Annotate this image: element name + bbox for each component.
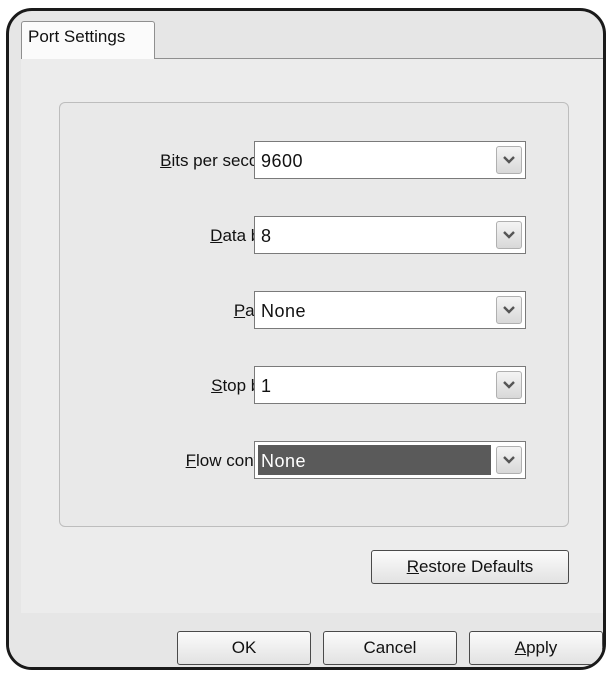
apply-button[interactable]: Apply <box>469 631 603 665</box>
ok-button[interactable]: OK <box>177 631 311 665</box>
stop-bits-value: 1 <box>261 376 272 396</box>
dialog-button-bar: OK Cancel Apply <box>9 613 603 667</box>
flow-control-value: None <box>261 451 307 471</box>
stop-bits-row: Stop bits: 1 <box>60 366 570 410</box>
chevron-down-icon[interactable] <box>496 221 522 249</box>
parity-select[interactable]: None <box>254 291 526 329</box>
data-bits-row: Data bits: 8 <box>60 216 570 260</box>
restore-defaults-button[interactable]: Restore Defaults <box>371 550 569 584</box>
chevron-down-icon[interactable] <box>496 371 522 399</box>
tab-port-settings[interactable]: Port Settings <box>21 21 155 59</box>
bits-per-second-value: 9600 <box>261 151 304 171</box>
flow-control-row: Flow control: None <box>60 441 570 485</box>
chevron-down-icon[interactable] <box>496 446 522 474</box>
parity-row: Parity: None <box>60 291 570 335</box>
data-bits-select[interactable]: 8 <box>254 216 526 254</box>
port-settings-dialog: Port Settings Bits per second: 9600 Data… <box>6 8 606 670</box>
stop-bits-select[interactable]: 1 <box>254 366 526 404</box>
cancel-button[interactable]: Cancel <box>323 631 457 665</box>
chevron-down-icon[interactable] <box>496 296 522 324</box>
data-bits-value: 8 <box>261 226 272 246</box>
flow-control-select[interactable]: None <box>254 441 526 479</box>
chevron-down-icon[interactable] <box>496 146 522 174</box>
settings-group: Bits per second: 9600 Data bits: 8 Parit… <box>59 102 569 527</box>
port-settings-panel: Bits per second: 9600 Data bits: 8 Parit… <box>21 58 603 613</box>
bits-per-second-row: Bits per second: 9600 <box>60 141 570 185</box>
bits-per-second-select[interactable]: 9600 <box>254 141 526 179</box>
parity-value: None <box>261 301 307 321</box>
tab-label: Port Settings <box>28 27 126 46</box>
